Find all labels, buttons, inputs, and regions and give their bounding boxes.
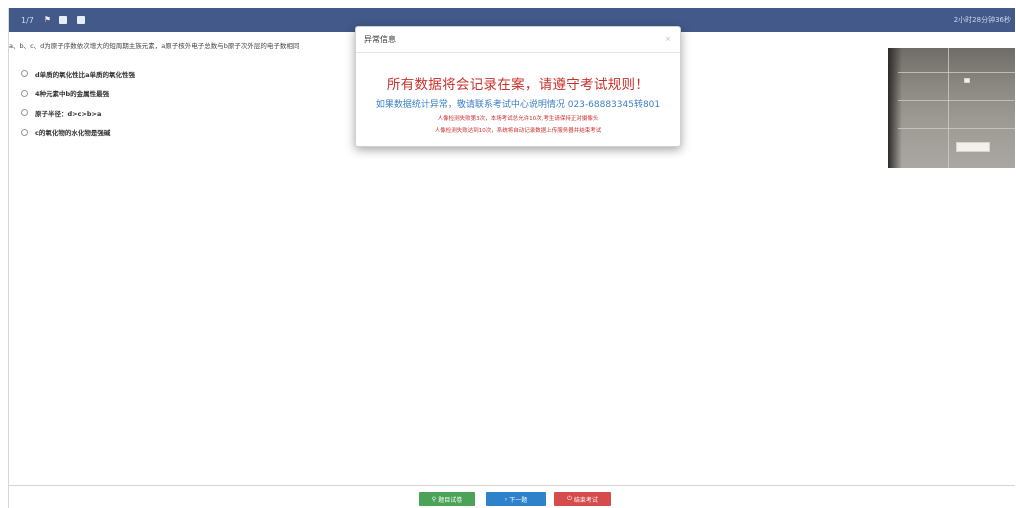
end-exam-button[interactable]: ⏻ 结束考试 xyxy=(554,492,611,506)
option-label: 原子半径：d>c>b>a xyxy=(35,109,102,118)
modal-header: 异常信息 xyxy=(356,27,680,53)
flag-icon[interactable]: ⚑ xyxy=(44,16,51,24)
ceiling-light xyxy=(956,142,990,152)
answer-options: d单质的氧化性比a单质的氧化性强 4种元素中b的金属性最强 原子半径：d>c>b… xyxy=(21,64,135,142)
button-label: 结束考试 xyxy=(573,496,598,504)
option-d[interactable]: c的氧化物的水化物是强碱 xyxy=(21,123,135,143)
option-a[interactable]: d单质的氧化性比a单质的氧化性强 xyxy=(21,64,135,84)
option-c[interactable]: 原子半径：d>c>b>a xyxy=(21,103,135,123)
ceiling-line xyxy=(948,48,949,168)
square-icon[interactable] xyxy=(77,16,86,24)
detection-warning: 人像检测失败第3次，本场考试总允许10次,考生请保持正对摄像头 xyxy=(437,116,599,122)
question-paper-button[interactable]: ⚲ 题目试卷 xyxy=(419,492,475,506)
warning-headline: 所有数据将会记录在案，请遵守考试规则！ xyxy=(386,77,650,93)
question-counter: 1/7 xyxy=(21,15,34,25)
termination-warning: 人像检测失败达到10次，系统将自动记录数据上传服务器并结束考试 xyxy=(434,128,602,134)
option-b[interactable]: 4种元素中b的金属性最强 xyxy=(21,84,135,104)
ceiling-line xyxy=(898,72,1015,73)
option-label: c的氧化物的水化物是强碱 xyxy=(35,129,111,138)
question-text: a、b、c、d为原子序数依次增大的短周期主族元素，a原子核外电子总数与b原子次外… xyxy=(9,42,300,50)
modal-title: 异常信息 xyxy=(364,35,396,44)
close-icon[interactable]: × xyxy=(665,35,671,43)
contact-info: 如果数据统计异常，敬请联系考试中心说明情况 023-68883345转801 xyxy=(375,100,661,110)
alert-modal: 异常信息 × 所有数据将会记录在案，请遵守考试规则！ 如果数据统计异常，敬请联系… xyxy=(355,26,681,147)
search-icon: ⚲ xyxy=(431,495,437,503)
camera-shadow xyxy=(888,48,902,168)
radio-button[interactable] xyxy=(21,128,28,136)
radio-button[interactable] xyxy=(21,89,28,97)
option-label: d单质的氧化性比a单质的氧化性强 xyxy=(35,70,136,79)
button-label: 下一题 xyxy=(509,496,528,504)
ceiling-light xyxy=(964,78,970,83)
next-question-button[interactable]: › 下一题 xyxy=(486,492,546,506)
power-icon: ⏻ xyxy=(567,495,572,502)
modal-body: 所有数据将会记录在案，请遵守考试规则！ 如果数据统计异常，敬请联系考试中心说明情… xyxy=(356,73,680,134)
chevron-right-icon: › xyxy=(504,495,508,503)
ceiling-line xyxy=(898,128,1015,129)
radio-button[interactable] xyxy=(21,70,28,78)
webcam-preview xyxy=(888,48,1015,168)
option-label: 4种元素中b的金属性最强 xyxy=(35,90,110,99)
countdown-timer: 2小时28分钟36秒 xyxy=(953,16,1011,24)
ceiling-line xyxy=(898,100,1015,101)
radio-button[interactable] xyxy=(21,109,28,117)
square-icon[interactable] xyxy=(59,16,68,24)
button-label: 题目试卷 xyxy=(438,496,463,504)
footer-divider xyxy=(9,485,1015,486)
